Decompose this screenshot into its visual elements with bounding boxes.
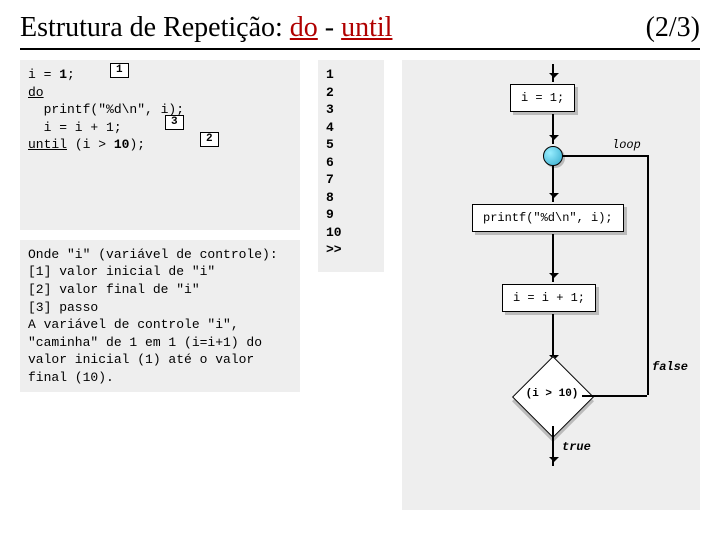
true-label: true	[562, 440, 591, 454]
content-area: i = 1; do printf("%d\n", i); i = i + 1; …	[20, 60, 700, 510]
page-indicator: (2/3)	[646, 12, 700, 44]
arrow-to-init	[552, 64, 554, 82]
code-l3: printf("%d\n", i);	[28, 102, 184, 117]
arrow-true-down	[552, 426, 554, 466]
code-l5b: (i >	[67, 137, 114, 152]
flowchart: i = 1; loop printf("%d\n", i); i = i + 1…	[402, 60, 700, 510]
badge-1: 1	[110, 63, 129, 78]
title-row: Estrutura de Repetição: do - until (2/3)	[20, 12, 700, 50]
title-kw-until: until	[341, 12, 392, 43]
code-l1c: ;	[67, 67, 75, 82]
code-l4: i = i + 1;	[28, 120, 122, 135]
loop-label: loop	[612, 138, 641, 152]
left-column: i = 1; do printf("%d\n", i); i = i + 1; …	[20, 60, 300, 510]
badge-3: 3	[165, 115, 184, 130]
line-false-v	[647, 155, 649, 395]
description-box: Onde "i" (variável de controle): [1] val…	[20, 240, 300, 392]
arrow-init-to-loop	[552, 114, 554, 144]
loop-junction-icon	[543, 146, 563, 166]
code-l5a: until	[28, 137, 67, 152]
line-false-top	[562, 155, 647, 157]
code-l1b: 1	[59, 67, 67, 82]
flow-init: i = 1;	[510, 84, 575, 112]
arrow-loop-to-body	[552, 166, 554, 202]
flow-condition-text: (i > 10)	[512, 388, 592, 400]
title-prefix: Estrutura de Repetição:	[20, 12, 290, 43]
code-l1a: i =	[28, 67, 59, 82]
output-box: 1 2 3 4 5 6 7 8 9 10 >>	[318, 60, 384, 272]
line-false-h	[582, 395, 647, 397]
false-label: false	[652, 360, 688, 374]
badge-2: 2	[200, 132, 219, 147]
code-l5c: 10	[114, 137, 130, 152]
page-title: Estrutura de Repetição: do - until	[20, 12, 392, 44]
code-box: i = 1; do printf("%d\n", i); i = i + 1; …	[20, 60, 300, 230]
code-l5d: );	[129, 137, 145, 152]
arrow-body-to-step	[552, 234, 554, 282]
title-kw-do: do	[290, 12, 318, 43]
title-sep: -	[318, 12, 341, 43]
code-l2: do	[28, 85, 44, 100]
flow-condition: (i > 10)	[512, 366, 592, 426]
flow-step: i = i + 1;	[502, 284, 596, 312]
flow-body: printf("%d\n", i);	[472, 204, 624, 232]
